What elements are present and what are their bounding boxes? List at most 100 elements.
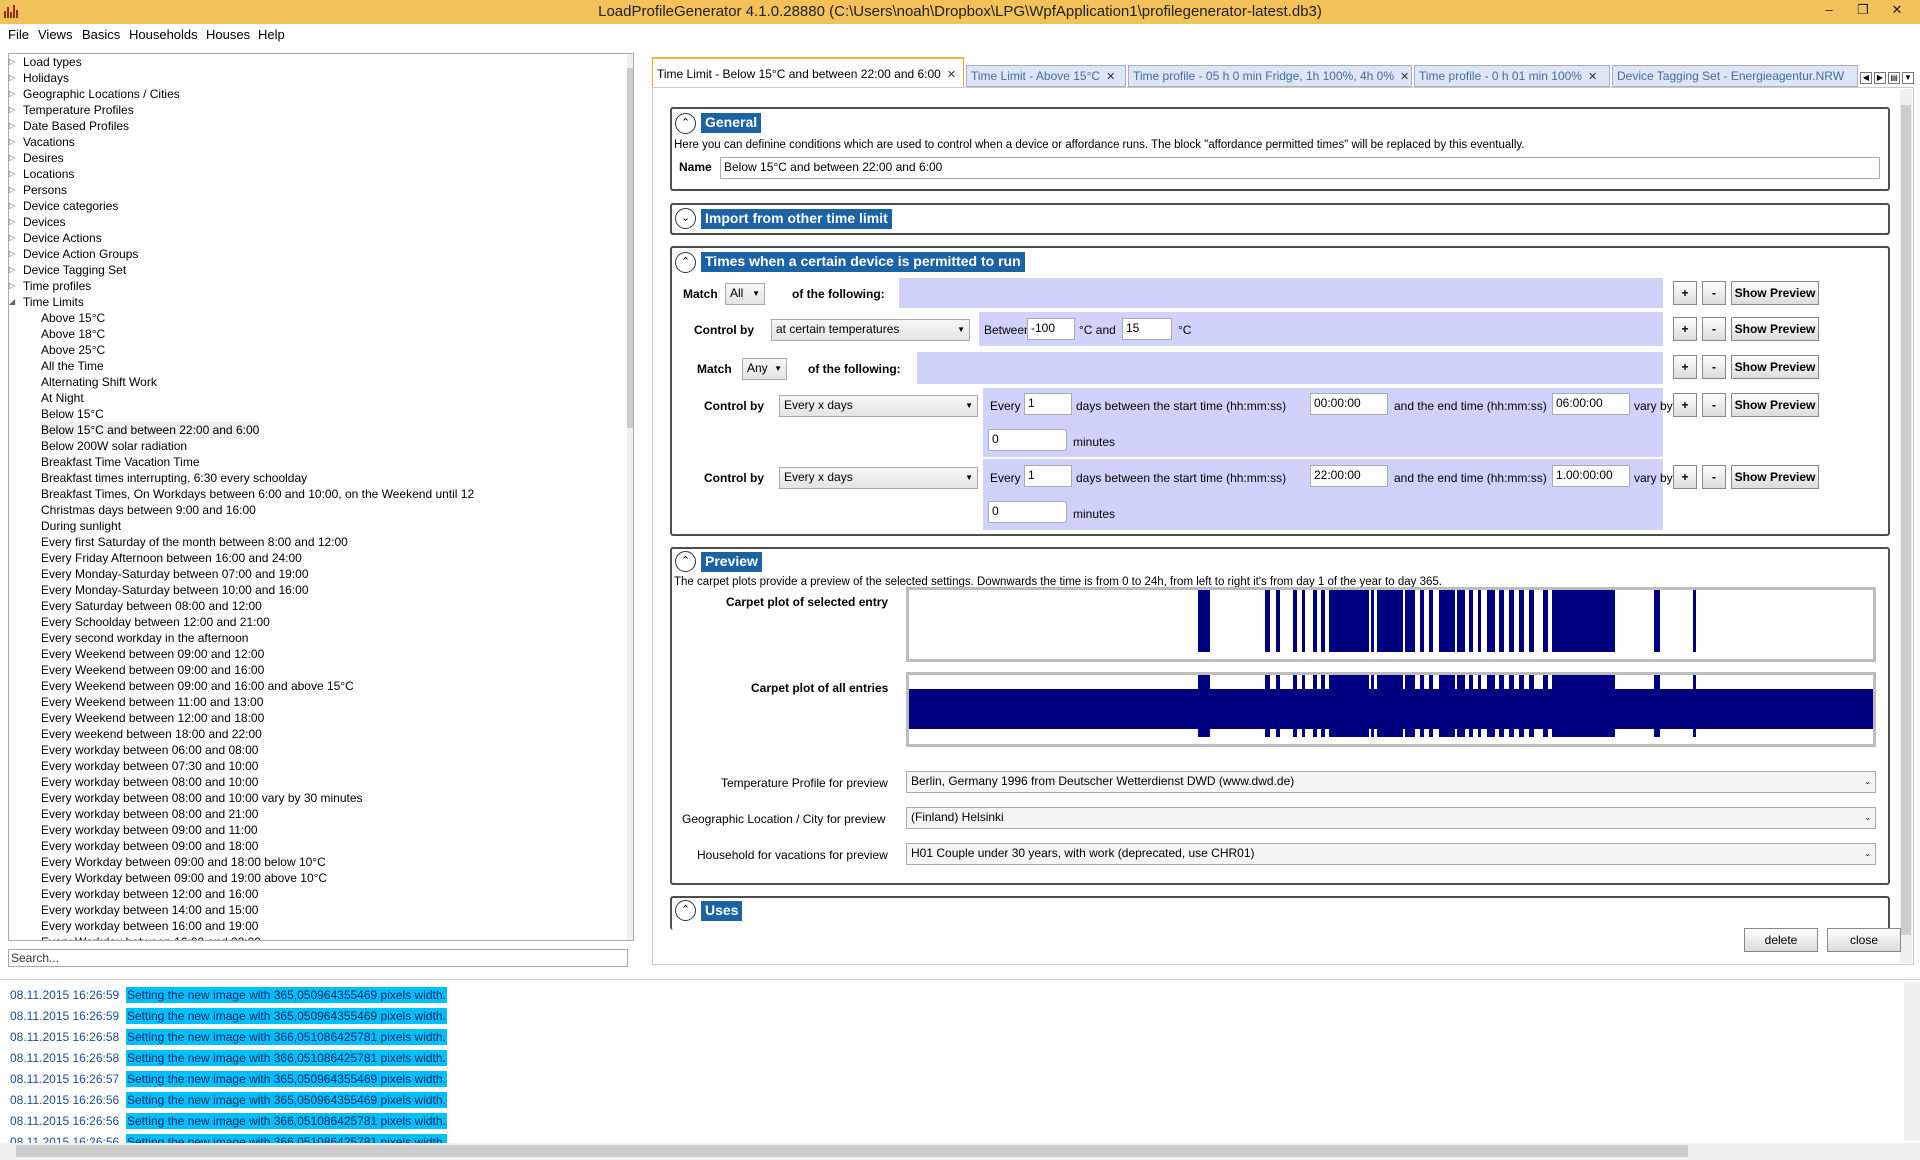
- tree-item-time-limit[interactable]: Every Workday between 16:00 and 22:00: [41, 934, 261, 940]
- maximize-button[interactable]: ❒: [1846, 0, 1880, 22]
- tree-item[interactable]: ▷ Device Tagging Set: [9, 262, 126, 278]
- collapsed-arrow-icon[interactable]: ▷: [9, 150, 21, 166]
- tree-item-time-limit[interactable]: Every workday between 08:00 and 21:00: [41, 806, 258, 822]
- log-entry[interactable]: 08.11.2015 16:26:56 Setting the new image…: [10, 1113, 447, 1130]
- tab-scroll-left-icon[interactable]: ◀: [1860, 72, 1872, 84]
- tab-window-list-icon[interactable]: ▤: [1888, 72, 1900, 84]
- close-window-button[interactable]: ✕: [1880, 0, 1914, 22]
- show-preview-button[interactable]: Show Preview: [1731, 281, 1819, 305]
- collapsed-arrow-icon[interactable]: ▷: [9, 134, 21, 150]
- tree-item-time-limit[interactable]: During sunlight: [41, 518, 121, 534]
- log-entry[interactable]: 08.11.2015 16:26:56 Setting the new image…: [10, 1092, 447, 1109]
- tree-item-time-limit[interactable]: Above 18°C: [41, 326, 105, 342]
- show-preview-button[interactable]: Show Preview: [1731, 317, 1819, 341]
- log-entry[interactable]: 08.11.2015 16:26:59 Setting the new image…: [10, 1008, 447, 1025]
- tree-item-time-limit[interactable]: Every Friday Afternoon between 16:00 and…: [41, 550, 302, 566]
- tree-item[interactable]: ▷ Device categories: [9, 198, 118, 214]
- tree-item-time-limit[interactable]: Every workday between 08:00 and 10:00 va…: [41, 790, 363, 806]
- menu-houses[interactable]: Houses: [206, 27, 250, 42]
- collapsed-arrow-icon[interactable]: ▷: [9, 182, 21, 198]
- log-horizontal-scrollbar[interactable]: [0, 1143, 1920, 1160]
- tree-item-time-limit[interactable]: Every workday between 08:00 and 10:00: [41, 774, 258, 790]
- tab-scroll-right-icon[interactable]: ▶: [1874, 72, 1886, 84]
- tree-item[interactable]: ▷ Date Based Profiles: [9, 118, 129, 134]
- log-scrollbar[interactable]: [1904, 982, 1920, 1140]
- collapse-uses-icon[interactable]: ⌃: [675, 900, 696, 921]
- tree-item-time-limit[interactable]: Every workday between 09:00 and 11:00: [41, 822, 258, 838]
- tree-item-time-limit[interactable]: Every workday between 16:00 and 19:00: [41, 918, 258, 934]
- tree-item-time-limit[interactable]: All the Time: [41, 358, 104, 374]
- end-time-input[interactable]: 06:00:00: [1552, 393, 1630, 415]
- tree-item[interactable]: ▷ Devices: [9, 214, 66, 230]
- control-by-days-select[interactable]: Every x days ▼: [779, 395, 978, 417]
- tree-item-time-limit[interactable]: Alternating Shift Work: [41, 374, 157, 390]
- log-entry[interactable]: 08.11.2015 16:26:56 Setting the new image…: [10, 1134, 447, 1143]
- tree-item-time-limit[interactable]: Below 15°C: [41, 406, 104, 422]
- tab-time-profile-fridge[interactable]: Time profile - 05 h 0 min Fridge, 1h 100…: [1128, 65, 1412, 87]
- every-days-input[interactable]: 1: [1024, 465, 1072, 487]
- tab-time-limit-below-15[interactable]: Time Limit - Below 15°C and between 22:0…: [652, 57, 964, 87]
- tree-item[interactable]: ▷ Device Action Groups: [9, 246, 138, 262]
- tree-item-time-limit[interactable]: Above 15°C: [41, 310, 105, 326]
- menu-views[interactable]: Views: [38, 27, 72, 42]
- log-entry[interactable]: 08.11.2015 16:26:58 Setting the new image…: [10, 1029, 447, 1046]
- collapsed-arrow-icon[interactable]: ▷: [9, 214, 21, 230]
- tree-item-time-limit[interactable]: Above 25°C: [41, 342, 105, 358]
- tree-item-time-limit[interactable]: Every Weekend between 12:00 and 18:00: [41, 710, 264, 726]
- tree-item-time-limit[interactable]: Every workday between 09:00 and 18:00: [41, 838, 258, 854]
- tree-item-time-limit[interactable]: Breakfast Times, On Workdays between 6:0…: [41, 486, 474, 502]
- collapse-preview-icon[interactable]: ⌃: [675, 551, 696, 572]
- tab-close-icon[interactable]: ✕: [1588, 71, 1597, 83]
- tree-item[interactable]: ▷ Vacations: [9, 134, 75, 150]
- temperature-profile-select[interactable]: Berlin, Germany 1996 from Deutscher Wett…: [906, 771, 1876, 793]
- tree-scrollbar-thumb[interactable]: [627, 68, 633, 428]
- show-preview-button[interactable]: Show Preview: [1731, 465, 1819, 489]
- menu-basics[interactable]: Basics: [82, 27, 120, 42]
- tree-item-time-limit[interactable]: Every first Saturday of the month betwee…: [41, 534, 348, 550]
- tree-item[interactable]: ▷ Temperature Profiles: [9, 102, 134, 118]
- control-by-days-select[interactable]: Every x days ▼: [779, 467, 978, 489]
- start-time-input[interactable]: 22:00:00: [1310, 465, 1388, 487]
- tab-dropdown-icon[interactable]: ▼: [1902, 72, 1914, 84]
- close-button[interactable]: close: [1827, 928, 1901, 952]
- collapsed-arrow-icon[interactable]: ▷: [9, 86, 21, 102]
- tree-item-time-limit[interactable]: Every Workday between 09:00 and 18:00 be…: [41, 854, 326, 870]
- tree-item[interactable]: ▷ Load types: [9, 54, 82, 70]
- menu-households[interactable]: Households: [129, 27, 198, 42]
- vary-minutes-input[interactable]: 0: [988, 501, 1067, 523]
- tree-scrollbar[interactable]: [627, 54, 633, 940]
- remove-condition-button[interactable]: -: [1702, 465, 1726, 489]
- tree-item-time-limit[interactable]: Every workday between 12:00 and 16:00: [41, 886, 258, 902]
- tree-item[interactable]: ▷ Geographic Locations / Cities: [9, 86, 180, 102]
- match-any-select[interactable]: Any ▼: [742, 358, 787, 380]
- content-scrollbar[interactable]: [1900, 89, 1912, 963]
- collapsed-arrow-icon[interactable]: ▷: [9, 230, 21, 246]
- add-condition-button[interactable]: +: [1673, 355, 1697, 379]
- remove-condition-button[interactable]: -: [1702, 355, 1726, 379]
- collapsed-arrow-icon[interactable]: ▷: [9, 102, 21, 118]
- collapsed-arrow-icon[interactable]: ▷: [9, 166, 21, 182]
- tab-device-tagging-set[interactable]: Device Tagging Set - Energieagentur.NRW: [1612, 65, 1858, 87]
- tab-time-limit-above-15[interactable]: Time Limit - Above 15°C ✕: [966, 65, 1126, 87]
- tree-item-time-limit[interactable]: Every Monday-Saturday between 10:00 and …: [41, 582, 309, 598]
- control-by-temperature-select[interactable]: at certain temperatures ▼: [771, 319, 970, 341]
- tree-item-time-limit[interactable]: Every Monday-Saturday between 07:00 and …: [41, 566, 309, 582]
- tree-search-input[interactable]: Search...: [8, 949, 628, 967]
- collapsed-arrow-icon[interactable]: ▷: [9, 246, 21, 262]
- vary-minutes-input[interactable]: 0: [988, 429, 1067, 451]
- collapsed-arrow-icon[interactable]: ▷: [9, 198, 21, 214]
- tab-time-profile-100[interactable]: Time profile - 0 h 01 min 100% ✕: [1414, 65, 1610, 87]
- content-scrollbar-thumb[interactable]: [1901, 105, 1911, 935]
- tab-close-icon[interactable]: ✕: [1106, 71, 1115, 83]
- start-time-input[interactable]: 00:00:00: [1310, 393, 1388, 415]
- tree-item-time-limit[interactable]: Every workday between 06:00 and 08:00: [41, 742, 258, 758]
- log-entry[interactable]: 08.11.2015 16:26:57 Setting the new image…: [10, 1071, 447, 1088]
- log-horizontal-scrollbar-thumb[interactable]: [16, 1145, 1688, 1157]
- tree-item-time-limit[interactable]: Every weekend between 18:00 and 22:00: [41, 726, 262, 742]
- match-all-select[interactable]: All ▼: [725, 283, 765, 305]
- show-preview-button[interactable]: Show Preview: [1731, 355, 1819, 379]
- tree-item-time-limit[interactable]: Every workday between 14:00 and 15:00: [41, 902, 258, 918]
- collapsed-arrow-icon[interactable]: ▷: [9, 118, 21, 134]
- add-condition-button[interactable]: +: [1673, 317, 1697, 341]
- tree-item-time-limit[interactable]: At Night: [41, 390, 84, 406]
